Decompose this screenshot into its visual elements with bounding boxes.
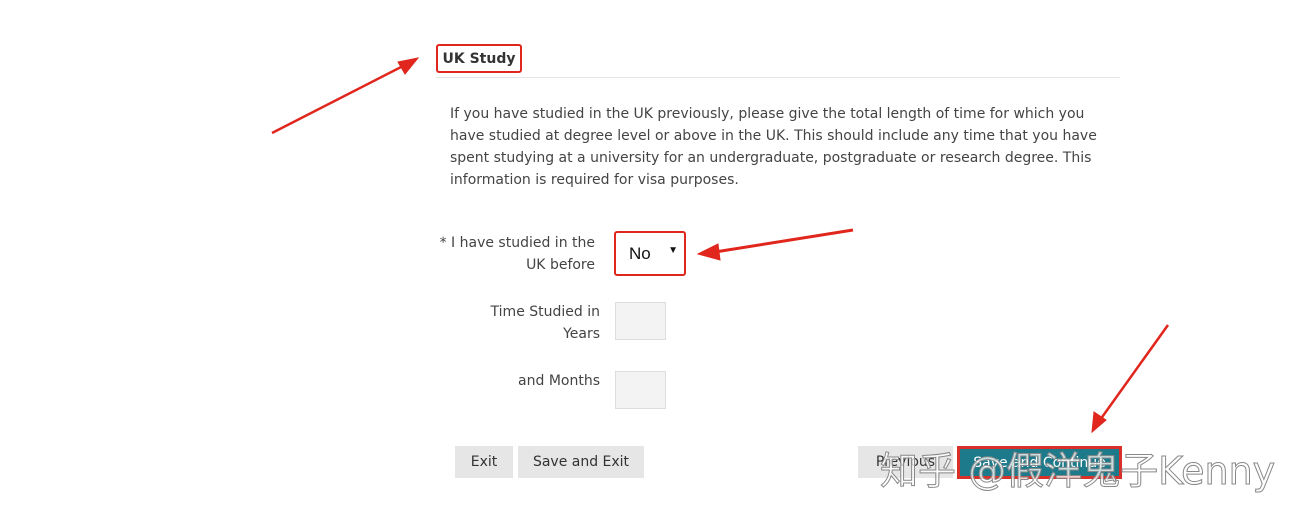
arrow-to-title bbox=[271, 63, 406, 135]
arrow-to-select bbox=[714, 228, 854, 254]
arrow-to-continue bbox=[1098, 324, 1170, 421]
annotation-arrows bbox=[271, 57, 1170, 434]
arrowhead-icon bbox=[696, 243, 721, 261]
arrowhead-icon bbox=[397, 57, 420, 75]
